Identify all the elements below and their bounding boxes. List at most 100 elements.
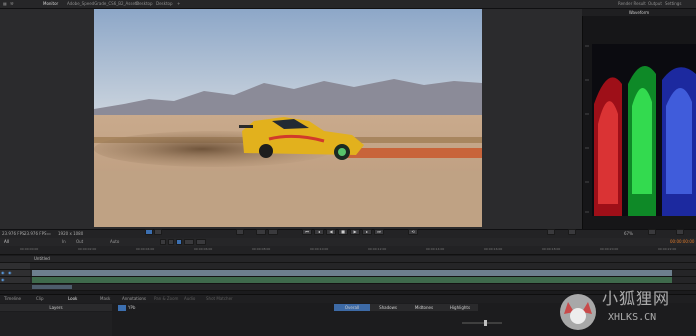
tab-mask[interactable]: Mask — [100, 296, 110, 302]
add-layer-icon[interactable] — [118, 305, 126, 311]
tl-btn-1[interactable] — [160, 239, 166, 245]
color-space-label[interactable]: YPb — [128, 305, 135, 311]
fps-readout: 23.976 FPS — [2, 231, 25, 236]
ruler-label: 00:00:04:00 — [136, 247, 155, 251]
scale-ticks — [585, 45, 589, 213]
tab-clip[interactable]: Clip — [36, 296, 44, 302]
scope-settings-button[interactable] — [547, 229, 555, 235]
fullscreen-button[interactable] — [676, 229, 684, 235]
ruler-label: 00:00:22:00 — [658, 247, 677, 251]
tl-btn-3[interactable] — [176, 239, 182, 245]
track-row-video: ◉ ◉ — [0, 270, 696, 277]
tools-icon[interactable]: ⚒ — [10, 1, 14, 7]
desert-car-image — [94, 9, 482, 227]
scope-toggle-button[interactable] — [568, 229, 576, 235]
video-clip[interactable] — [32, 270, 672, 276]
ruler-label: 00:00:10:00 — [310, 247, 329, 251]
subtab-midtones[interactable]: Midtones — [406, 304, 442, 311]
track-row-empty — [0, 263, 696, 270]
settings-link[interactable]: Settings — [665, 1, 681, 7]
ruler-label: 00:00:02:00 — [78, 247, 97, 251]
output-link[interactable]: Output — [648, 1, 662, 7]
audio-clip[interactable] — [32, 277, 672, 283]
mark-in-button[interactable] — [256, 229, 266, 235]
ruler-label: 00:00:12:00 — [368, 247, 387, 251]
go-end-button[interactable]: ⏭ — [374, 229, 384, 235]
monitor-icon[interactable]: ▭ — [47, 231, 51, 237]
layers-list[interactable] — [0, 312, 112, 336]
tab-look[interactable]: Look — [68, 296, 77, 302]
tab-desktop-1[interactable]: Desktop — [136, 1, 153, 7]
ruler-label: 00:00:06:00 — [194, 247, 213, 251]
subtab-overall[interactable]: Overall — [334, 304, 370, 311]
slider-handle[interactable] — [484, 320, 487, 326]
watermark: 小狐狸网 XHLKS.CN — [558, 286, 696, 336]
viewer-status-bar: 23.976 FPS 23.976 FPS ▭ 1920 x 1080 67% — [0, 229, 696, 238]
eye-icon[interactable]: ◉ — [1, 270, 5, 276]
lock-icon[interactable]: ◉ — [8, 270, 12, 276]
rgb-parade-waveform — [592, 44, 696, 216]
ruler-label: 00:00:08:00 — [252, 247, 271, 251]
waveform-plot — [592, 44, 696, 216]
subtab-highlights[interactable]: Highlights — [442, 304, 478, 311]
stop-button[interactable]: ■ — [338, 229, 348, 235]
tl-btn-4[interactable] — [184, 239, 194, 245]
ruler-label: 00:00:18:00 — [542, 247, 561, 251]
watermark-cn-text: 小狐狸网 — [602, 289, 671, 308]
sequence-row: Untitled — [0, 256, 696, 263]
scope-scale — [585, 44, 591, 214]
speaker-icon[interactable]: ◉ — [1, 277, 5, 283]
split-view-button[interactable] — [154, 229, 162, 235]
timeline-dropdown[interactable]: All — [4, 239, 9, 245]
fit-button[interactable] — [648, 229, 656, 235]
compare-mode-button[interactable] — [145, 229, 153, 235]
tab-timeline[interactable]: Timeline — [4, 296, 21, 302]
sequence-label: Untitled — [34, 256, 50, 261]
color-slider[interactable] — [462, 320, 502, 326]
tab-pan-zoom[interactable]: Pan & Zoom — [154, 296, 178, 302]
add-tab-button[interactable]: + — [177, 1, 180, 7]
tl-btn-2[interactable] — [168, 239, 174, 245]
loop-button[interactable] — [236, 229, 244, 235]
tab-monitor[interactable]: Monitor — [43, 1, 58, 7]
track-row-audio: ◉ — [0, 277, 696, 284]
fps-readout-2: 23.976 FPS — [24, 231, 47, 236]
tab-desktop-2[interactable]: Desktop — [156, 1, 173, 7]
subtab-shadows[interactable]: Shadows — [370, 304, 406, 311]
render-result-link[interactable]: Render Result — [618, 1, 646, 7]
video-frame[interactable] — [94, 9, 482, 227]
prev-frame-button[interactable]: ◂ — [314, 229, 324, 235]
timecode-display[interactable]: 00:00:00:00 — [670, 239, 694, 245]
grid-icon[interactable]: ▦ — [3, 1, 9, 7]
tab-annotations[interactable]: Annotations — [122, 296, 146, 302]
track-header[interactable]: ◉ — [0, 277, 30, 283]
extra-clip[interactable] — [32, 285, 72, 289]
timeline-ruler[interactable]: 00:00:00:00 00:00:02:00 00:00:04:00 00:0… — [0, 246, 696, 255]
out-label[interactable]: Out — [76, 239, 83, 245]
ruler-label: 00:00:00:00 — [20, 247, 39, 251]
in-label[interactable]: In — [62, 239, 66, 245]
tl-btn-5[interactable] — [196, 239, 206, 245]
zoom-readout[interactable]: 67% — [624, 231, 633, 237]
auto-label[interactable]: Auto — [110, 239, 119, 245]
layers-header: Layers — [0, 304, 112, 311]
track-header[interactable]: ◉ ◉ — [0, 270, 30, 276]
fox-logo — [560, 294, 596, 330]
ruler-label: 00:00:20:00 — [600, 247, 619, 251]
loop-toggle-button[interactable]: ⟲ — [408, 229, 418, 235]
tab-audio[interactable]: Audio — [184, 296, 195, 302]
tab-shot-matcher[interactable]: Shot Matcher — [206, 296, 233, 302]
tab-assets[interactable]: Adobe_SpeedGrade_CS6_B2_Assets — [67, 1, 139, 7]
ruler-label: 00:00:16:00 — [484, 247, 503, 251]
track-header[interactable] — [0, 263, 30, 269]
timeline-controls-row: All In Out Auto 00:00:00:00 — [0, 238, 696, 246]
play-button[interactable]: ▶ — [350, 229, 360, 235]
next-frame-button[interactable]: ▸ — [362, 229, 372, 235]
mark-out-button[interactable] — [268, 229, 278, 235]
watermark-latin-text: XHLKS.CN — [608, 312, 657, 323]
play-reverse-button[interactable]: ◀ — [326, 229, 336, 235]
resolution-readout: 1920 x 1080 — [58, 231, 84, 236]
go-start-button[interactable]: ⏮ — [302, 229, 312, 235]
ruler-label: 00:00:14:00 — [426, 247, 445, 251]
scope-title: Waveform — [582, 9, 696, 16]
